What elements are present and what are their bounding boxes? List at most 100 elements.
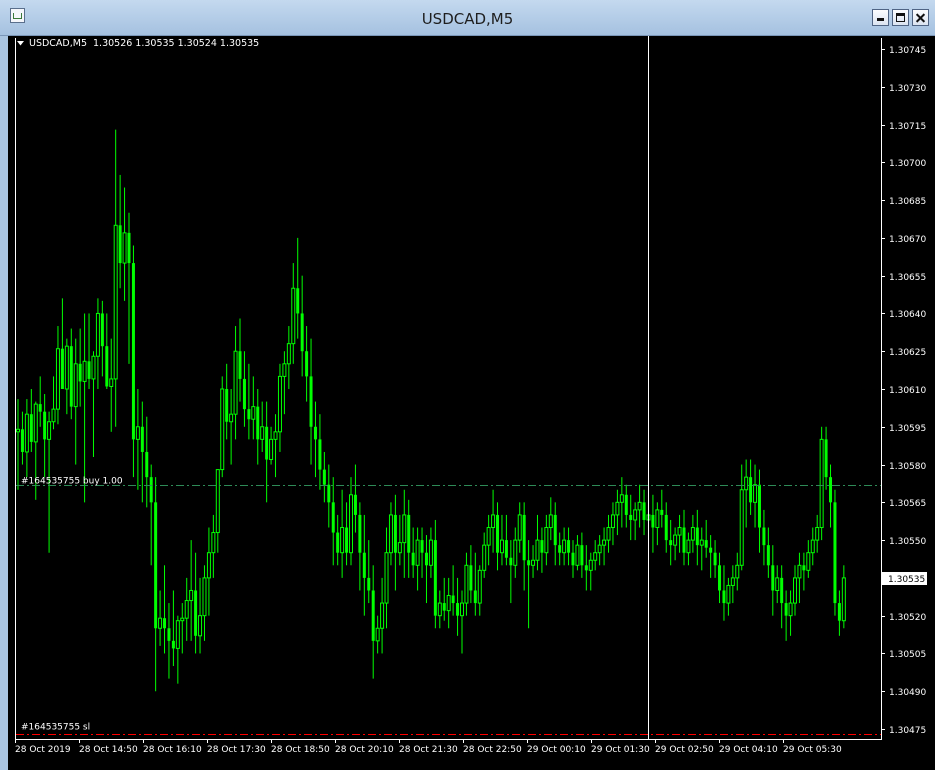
candle bbox=[175, 615, 180, 684]
close-button[interactable] bbox=[912, 9, 929, 26]
candle bbox=[309, 338, 313, 465]
candle bbox=[669, 519, 673, 566]
candle bbox=[610, 502, 615, 546]
candle bbox=[469, 545, 473, 604]
candle bbox=[340, 489, 345, 578]
candle bbox=[553, 502, 557, 566]
candle bbox=[260, 401, 265, 452]
candle bbox=[336, 514, 340, 566]
candle bbox=[819, 426, 824, 541]
candle bbox=[718, 552, 722, 604]
candle bbox=[87, 313, 91, 389]
candle bbox=[118, 174, 122, 289]
time-tick-label: 28 Oct 17:30 bbox=[207, 745, 266, 755]
current-price-label: 1.30535 bbox=[888, 575, 925, 585]
candle bbox=[265, 401, 269, 503]
candle bbox=[788, 590, 793, 636]
price-tick-label: 1.30670 bbox=[889, 235, 926, 245]
candle bbox=[100, 300, 104, 377]
candle bbox=[713, 540, 717, 578]
candle bbox=[588, 552, 593, 591]
time-tick-label: 28 Oct 21:30 bbox=[399, 745, 458, 755]
overlay-layer: #164535755 buy 1.00 #164535755 sl bbox=[16, 36, 881, 739]
candle bbox=[105, 313, 109, 389]
candle bbox=[220, 376, 225, 478]
time-tick-label: 28 Oct 14:50 bbox=[79, 745, 138, 755]
candle bbox=[464, 552, 469, 616]
candle bbox=[397, 514, 402, 566]
candle bbox=[496, 502, 500, 571]
candle bbox=[305, 326, 309, 402]
candle bbox=[597, 535, 602, 566]
candle bbox=[802, 552, 806, 591]
price-tick-label: 1.30655 bbox=[889, 273, 926, 283]
candle bbox=[766, 527, 770, 578]
price-axis: 1.30475 1.30490 1.30505 1.30520 1.30535 1.305… bbox=[881, 46, 927, 736]
time-tick-label: 28 Oct 22:50 bbox=[463, 745, 522, 755]
candle bbox=[277, 363, 282, 452]
candle bbox=[677, 514, 682, 553]
candle bbox=[544, 514, 549, 566]
price-tick-label: 1.30520 bbox=[889, 613, 926, 623]
candle bbox=[145, 416, 149, 508]
chart-area[interactable]: #164535755 buy 1.00 #164535755 sl 1.30475… bbox=[8, 36, 935, 770]
candle bbox=[122, 187, 127, 301]
candle bbox=[629, 494, 633, 541]
candle bbox=[24, 399, 29, 478]
candle bbox=[140, 401, 144, 503]
maximize-button[interactable] bbox=[892, 9, 909, 26]
candle bbox=[473, 552, 477, 616]
price-tick-label: 1.30580 bbox=[889, 462, 926, 472]
triangle-down-icon[interactable] bbox=[17, 41, 24, 46]
candle bbox=[753, 464, 758, 528]
candle bbox=[655, 502, 660, 546]
candle bbox=[242, 351, 246, 427]
candle bbox=[517, 502, 522, 553]
price-tick-label: 1.30490 bbox=[889, 688, 926, 698]
candle bbox=[331, 477, 335, 566]
candle bbox=[375, 615, 380, 654]
candle bbox=[833, 489, 837, 616]
candle bbox=[367, 540, 371, 604]
candle bbox=[527, 540, 531, 629]
candle bbox=[460, 590, 464, 654]
candle bbox=[682, 509, 686, 566]
candle bbox=[353, 464, 357, 533]
candle bbox=[149, 464, 153, 566]
candle bbox=[233, 326, 238, 440]
candle bbox=[184, 577, 189, 641]
candle bbox=[815, 514, 820, 553]
candle bbox=[841, 565, 846, 629]
candle bbox=[730, 565, 735, 604]
price-tick-label: 1.30700 bbox=[889, 159, 926, 169]
time-tick-label: 28 Oct 16:10 bbox=[143, 745, 202, 755]
candle bbox=[95, 298, 100, 389]
candlestick-chart[interactable]: #164535755 buy 1.00 #164535755 sl 1.30475… bbox=[8, 36, 935, 770]
candle bbox=[673, 527, 678, 561]
candle bbox=[282, 351, 287, 415]
candle bbox=[704, 519, 708, 558]
candle bbox=[624, 484, 628, 528]
price-tick-label: 1.30745 bbox=[889, 46, 926, 56]
minimize-button[interactable] bbox=[872, 9, 889, 26]
candle bbox=[51, 376, 56, 430]
candle bbox=[113, 129, 118, 427]
candle bbox=[78, 328, 82, 407]
candle bbox=[380, 577, 385, 654]
chart-info-label[interactable]: USDCAD,M5 1.30526 1.30535 1.30524 1.3053… bbox=[17, 38, 259, 49]
candle bbox=[562, 527, 567, 566]
window-titlebar: USDCAD,M5 bbox=[0, 0, 935, 36]
time-axis: 28 Oct 2019 28 Oct 14:50 28 Oct 16:10 28 Oc… bbox=[15, 739, 842, 755]
candle bbox=[16, 399, 20, 490]
candle bbox=[415, 527, 420, 591]
candle bbox=[660, 489, 664, 528]
candle bbox=[55, 326, 60, 425]
candle bbox=[593, 540, 598, 571]
candle bbox=[504, 514, 508, 566]
candle bbox=[158, 590, 163, 646]
candle bbox=[810, 527, 815, 566]
candle bbox=[131, 245, 135, 478]
price-tick-label: 1.30505 bbox=[889, 650, 926, 660]
candle bbox=[189, 540, 194, 641]
candle bbox=[739, 464, 744, 571]
